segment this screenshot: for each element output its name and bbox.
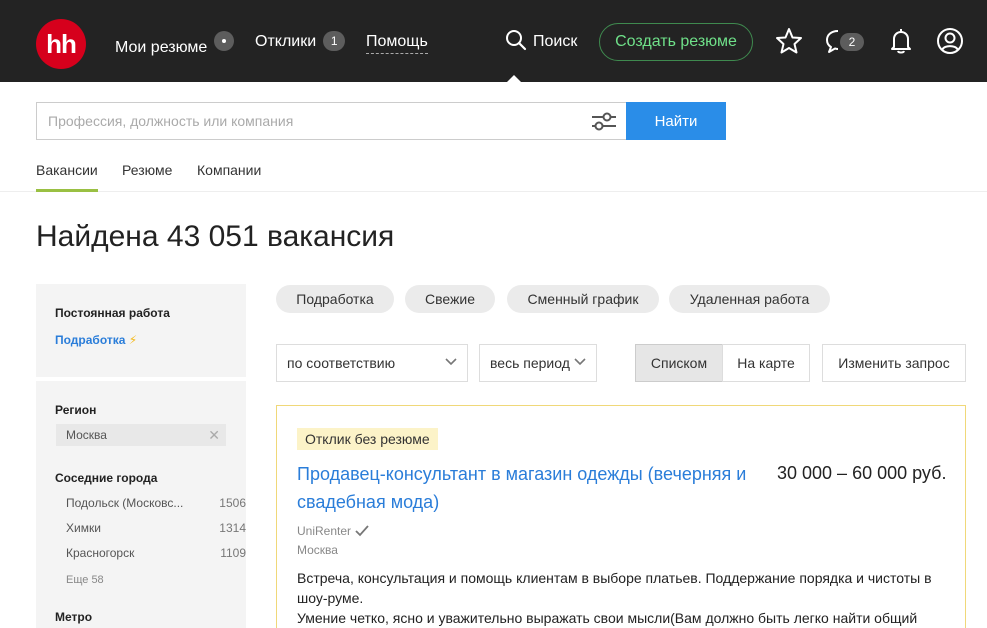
- responses-count-badge: 1: [323, 31, 346, 51]
- sidebar-divider: [36, 377, 246, 381]
- hh-logo[interactable]: hh: [36, 19, 86, 69]
- city-count: 1506: [219, 496, 246, 510]
- city-name: Подольск (Московс...: [66, 496, 184, 510]
- verified-check-icon: [355, 525, 369, 537]
- vacancy-description-line: Умение четко, ясно и уважительно выражат…: [297, 610, 918, 626]
- page-title: Найдена 43 051 вакансия: [36, 220, 395, 253]
- part-time-link[interactable]: Подработка ⚡: [55, 333, 137, 347]
- vacancy-description: Встреча, консультация и помощь клиентам …: [297, 568, 937, 628]
- advanced-filter-icon[interactable]: [590, 109, 618, 133]
- region-chip[interactable]: Москва ✕: [56, 424, 226, 446]
- no-resume-badge: Отклик без резюме: [297, 428, 438, 450]
- active-caret: [507, 75, 521, 82]
- chip-part-time[interactable]: Подработка: [276, 285, 394, 313]
- period-select-value: весь период: [490, 355, 570, 371]
- tab-resumes[interactable]: Резюме: [122, 162, 172, 192]
- vacancy-company[interactable]: UniRenter: [297, 524, 369, 538]
- search-icon: [506, 30, 527, 51]
- city-count: 1109: [220, 546, 246, 560]
- create-resume-button[interactable]: Создать резюме: [599, 23, 753, 61]
- filters-sidebar: Постоянная работа Подработка ⚡ Регион Мо…: [36, 284, 246, 628]
- sort-select-value: по соответствию: [287, 355, 396, 371]
- chevron-down-icon: [574, 358, 586, 366]
- region-title: Регион: [55, 403, 97, 417]
- lightning-icon: ⚡: [128, 333, 138, 347]
- nav-help[interactable]: Помощь: [366, 31, 428, 54]
- nav-responses-label: Отклики: [255, 33, 317, 50]
- city-item[interactable]: Красногорск 1109: [66, 546, 246, 560]
- chat-count-badge: 2: [840, 33, 864, 51]
- chip-remote-work[interactable]: Удаленная работа: [669, 285, 830, 313]
- chip-shift-schedule[interactable]: Сменный график: [507, 285, 659, 313]
- chevron-down-icon: [445, 358, 457, 366]
- city-name: Химки: [66, 521, 101, 535]
- bell-icon[interactable]: [885, 25, 917, 57]
- vacancy-search-input[interactable]: [36, 102, 626, 140]
- city-item[interactable]: Подольск (Московс... 1506: [66, 496, 246, 510]
- sort-select[interactable]: по соответствию: [276, 344, 468, 382]
- star-icon[interactable]: [773, 25, 805, 57]
- more-cities-link[interactable]: Еще 58: [66, 574, 104, 586]
- change-query-button[interactable]: Изменить запрос: [822, 344, 966, 382]
- vacancy-description-line: Встреча, консультация и помощь клиентам …: [297, 570, 932, 606]
- vacancy-card: Отклик без резюме Продавец-консультант в…: [276, 405, 966, 628]
- city-item[interactable]: Химки 1314: [66, 521, 246, 535]
- tab-companies[interactable]: Компании: [197, 162, 261, 192]
- neighbor-cities-title: Соседние города: [55, 471, 158, 485]
- vacancy-salary: 30 000 – 60 000 руб.: [777, 463, 947, 483]
- region-chip-label: Москва: [66, 428, 107, 442]
- top-bar: hh Мои резюме Отклики 1 Помощь Поиск Созд…: [0, 0, 987, 82]
- my-resume-dot-badge: [214, 31, 235, 51]
- city-count: 1314: [219, 521, 246, 535]
- profile-icon[interactable]: [934, 25, 966, 57]
- nav-my-resume[interactable]: Мои резюме: [115, 31, 235, 59]
- tab-vacancies[interactable]: Вакансии: [36, 162, 98, 192]
- nav-responses[interactable]: Отклики 1: [255, 31, 346, 53]
- metro-title: Метро: [55, 610, 93, 624]
- period-select[interactable]: весь период: [479, 344, 597, 382]
- close-icon[interactable]: ✕: [208, 424, 220, 446]
- city-name: Красногорск: [66, 546, 135, 560]
- nav-my-resume-label: Мои резюме: [115, 39, 208, 56]
- search-area: Найти Вакансии Резюме Компании: [0, 82, 987, 192]
- view-list-button[interactable]: Списком: [635, 344, 723, 382]
- vacancy-city: Москва: [297, 543, 338, 557]
- nav-search-label: Поиск: [533, 33, 578, 50]
- part-time-link-label: Подработка: [55, 333, 126, 347]
- find-button[interactable]: Найти: [626, 102, 726, 140]
- chip-fresh[interactable]: Свежие: [405, 285, 495, 313]
- nav-search[interactable]: Поиск: [505, 28, 577, 56]
- view-map-button[interactable]: На карте: [722, 344, 810, 382]
- vacancy-title-link[interactable]: Продавец-консультант в магазин одежды (в…: [297, 460, 767, 516]
- vacancy-company-name: UniRenter: [297, 524, 352, 538]
- employment-permanent-label: Постоянная работа: [55, 306, 170, 320]
